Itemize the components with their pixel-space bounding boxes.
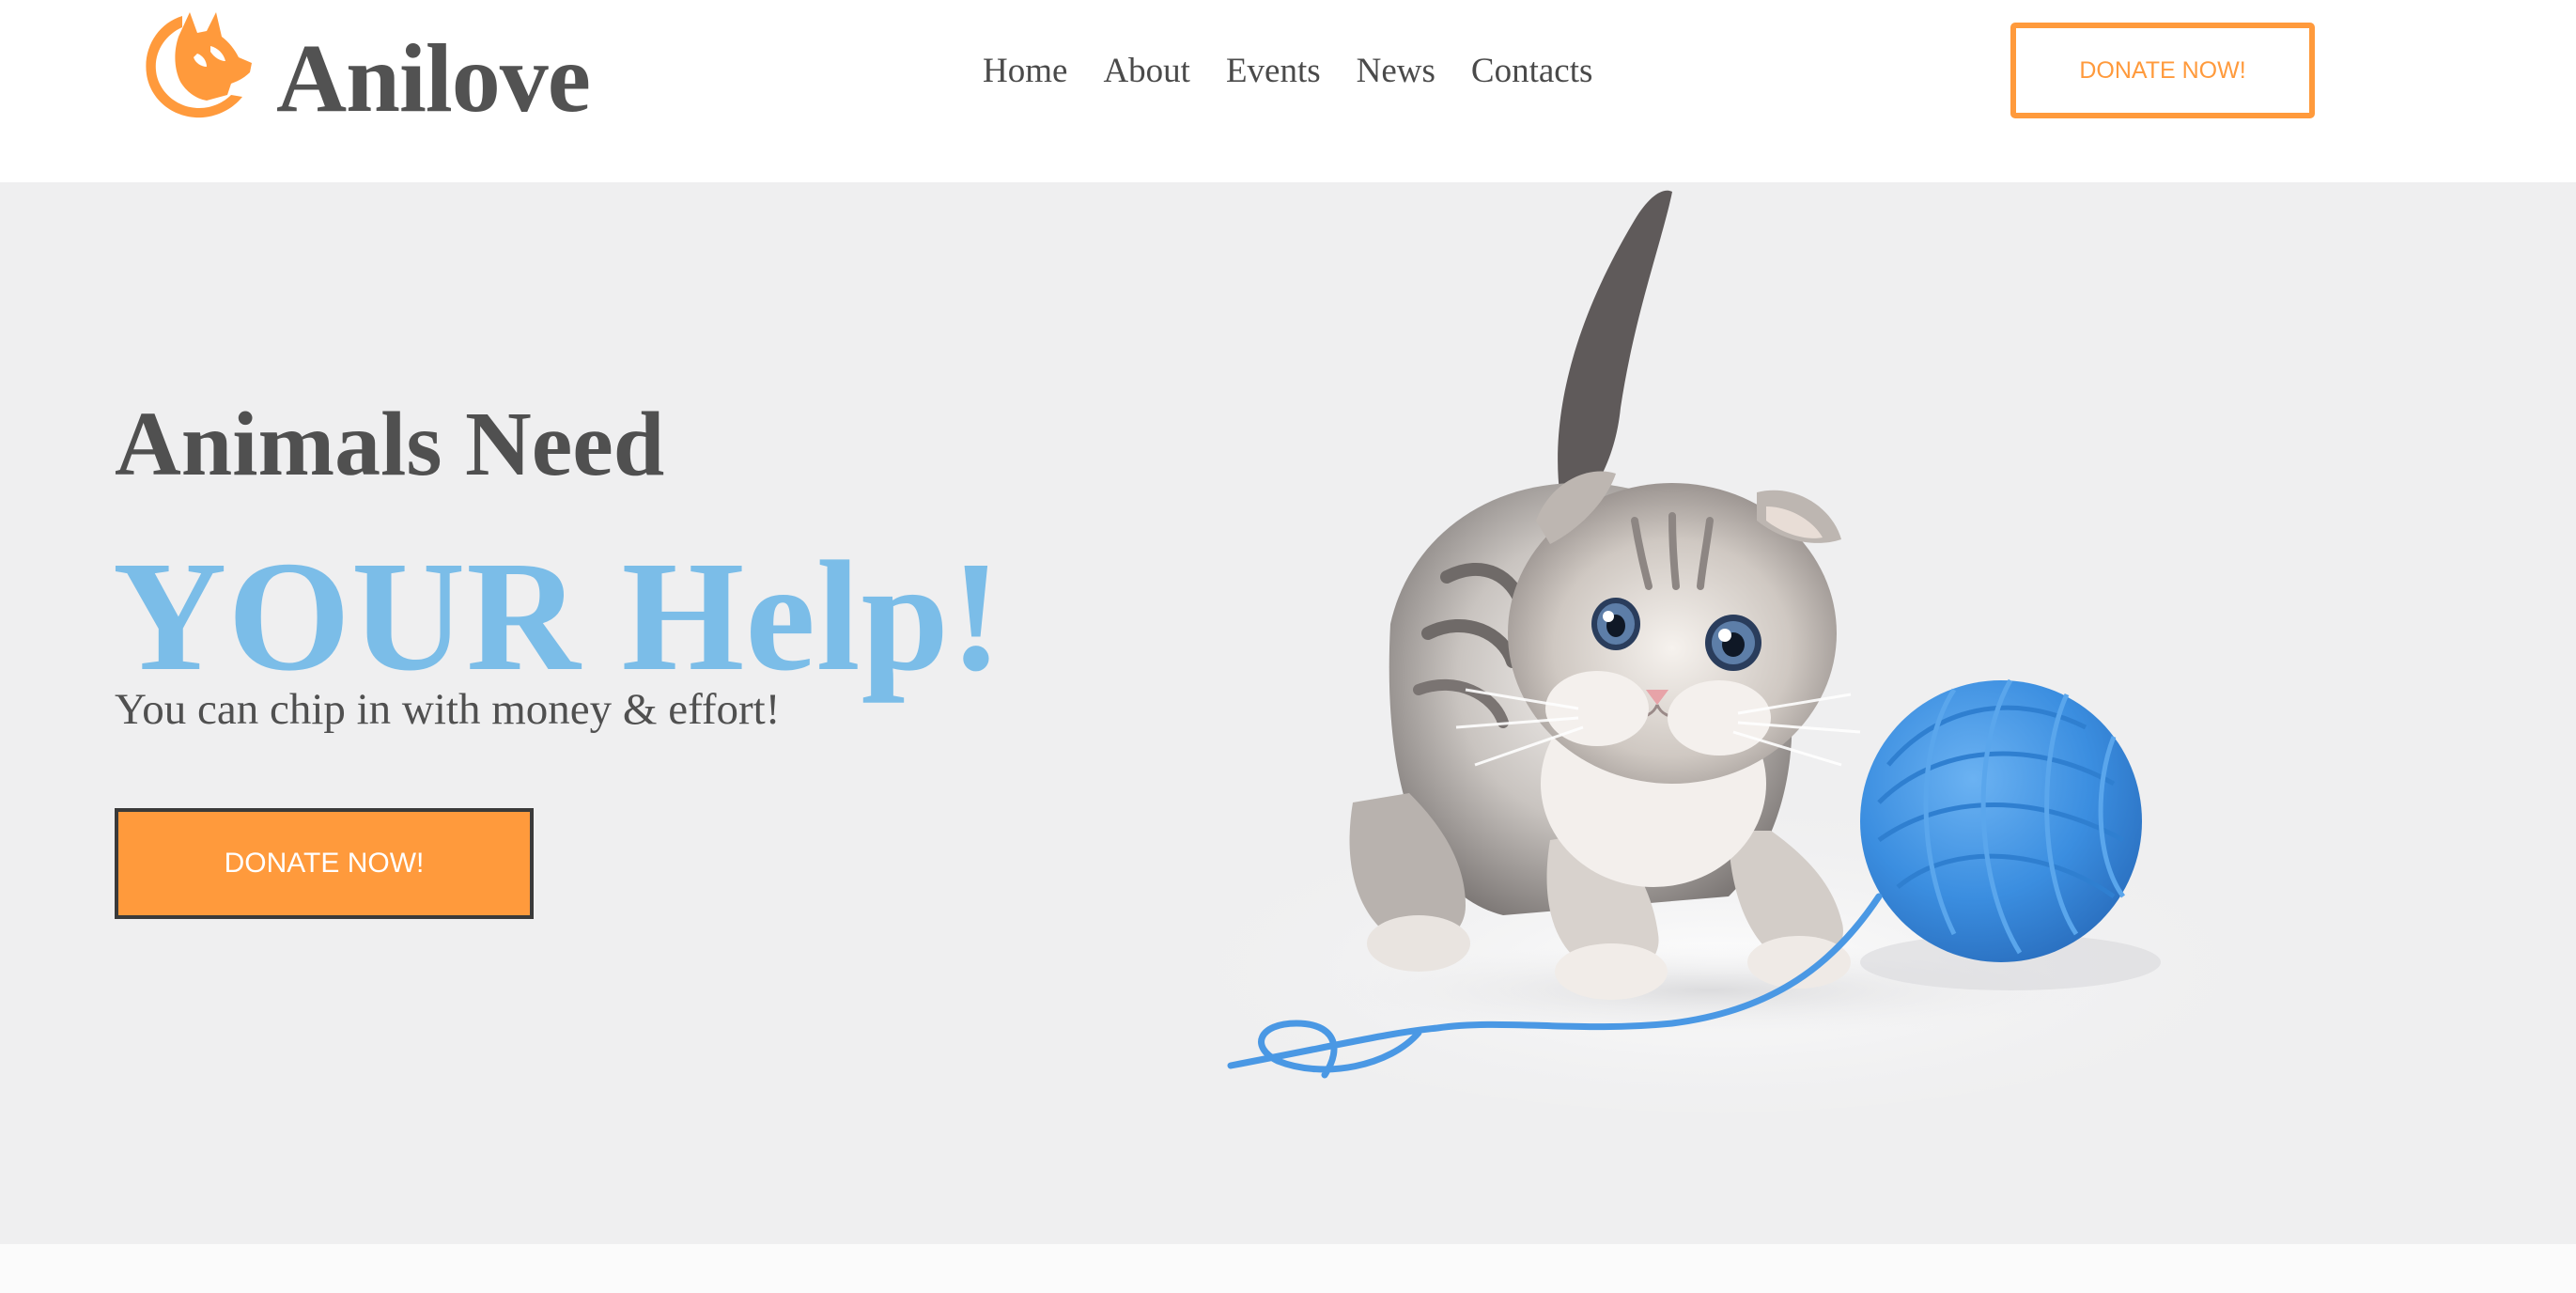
cat-dog-logo-icon (146, 12, 252, 118)
brand-name: Anilove (276, 24, 591, 132)
nav-item-home[interactable]: Home (983, 47, 1067, 96)
nav-item-news[interactable]: News (1357, 47, 1435, 96)
hero-section: Animals Need YOUR Help! You can chip in … (0, 182, 2576, 1244)
hero-donate-button[interactable]: DONATE NOW! (115, 808, 534, 919)
nav-item-contacts[interactable]: Contacts (1471, 47, 1592, 96)
nav-item-events[interactable]: Events (1226, 47, 1321, 96)
next-section (0, 1244, 2576, 1293)
hero-subtitle: You can chip in with money & effort! (115, 685, 781, 734)
hero-headline: YOUR Help! (113, 529, 1003, 704)
logo-link[interactable]: Anilove (141, 0, 591, 132)
nav-item-about[interactable]: About (1103, 47, 1190, 96)
kitten-with-yarn-image (1193, 190, 2245, 1113)
site-header: Anilove Home About Events News Contacts … (0, 0, 2576, 182)
header-donate-button[interactable]: DONATE NOW! (2010, 23, 2315, 118)
hero-title: Animals Need (115, 394, 665, 495)
main-nav: Home About Events News Contacts (983, 47, 1592, 96)
